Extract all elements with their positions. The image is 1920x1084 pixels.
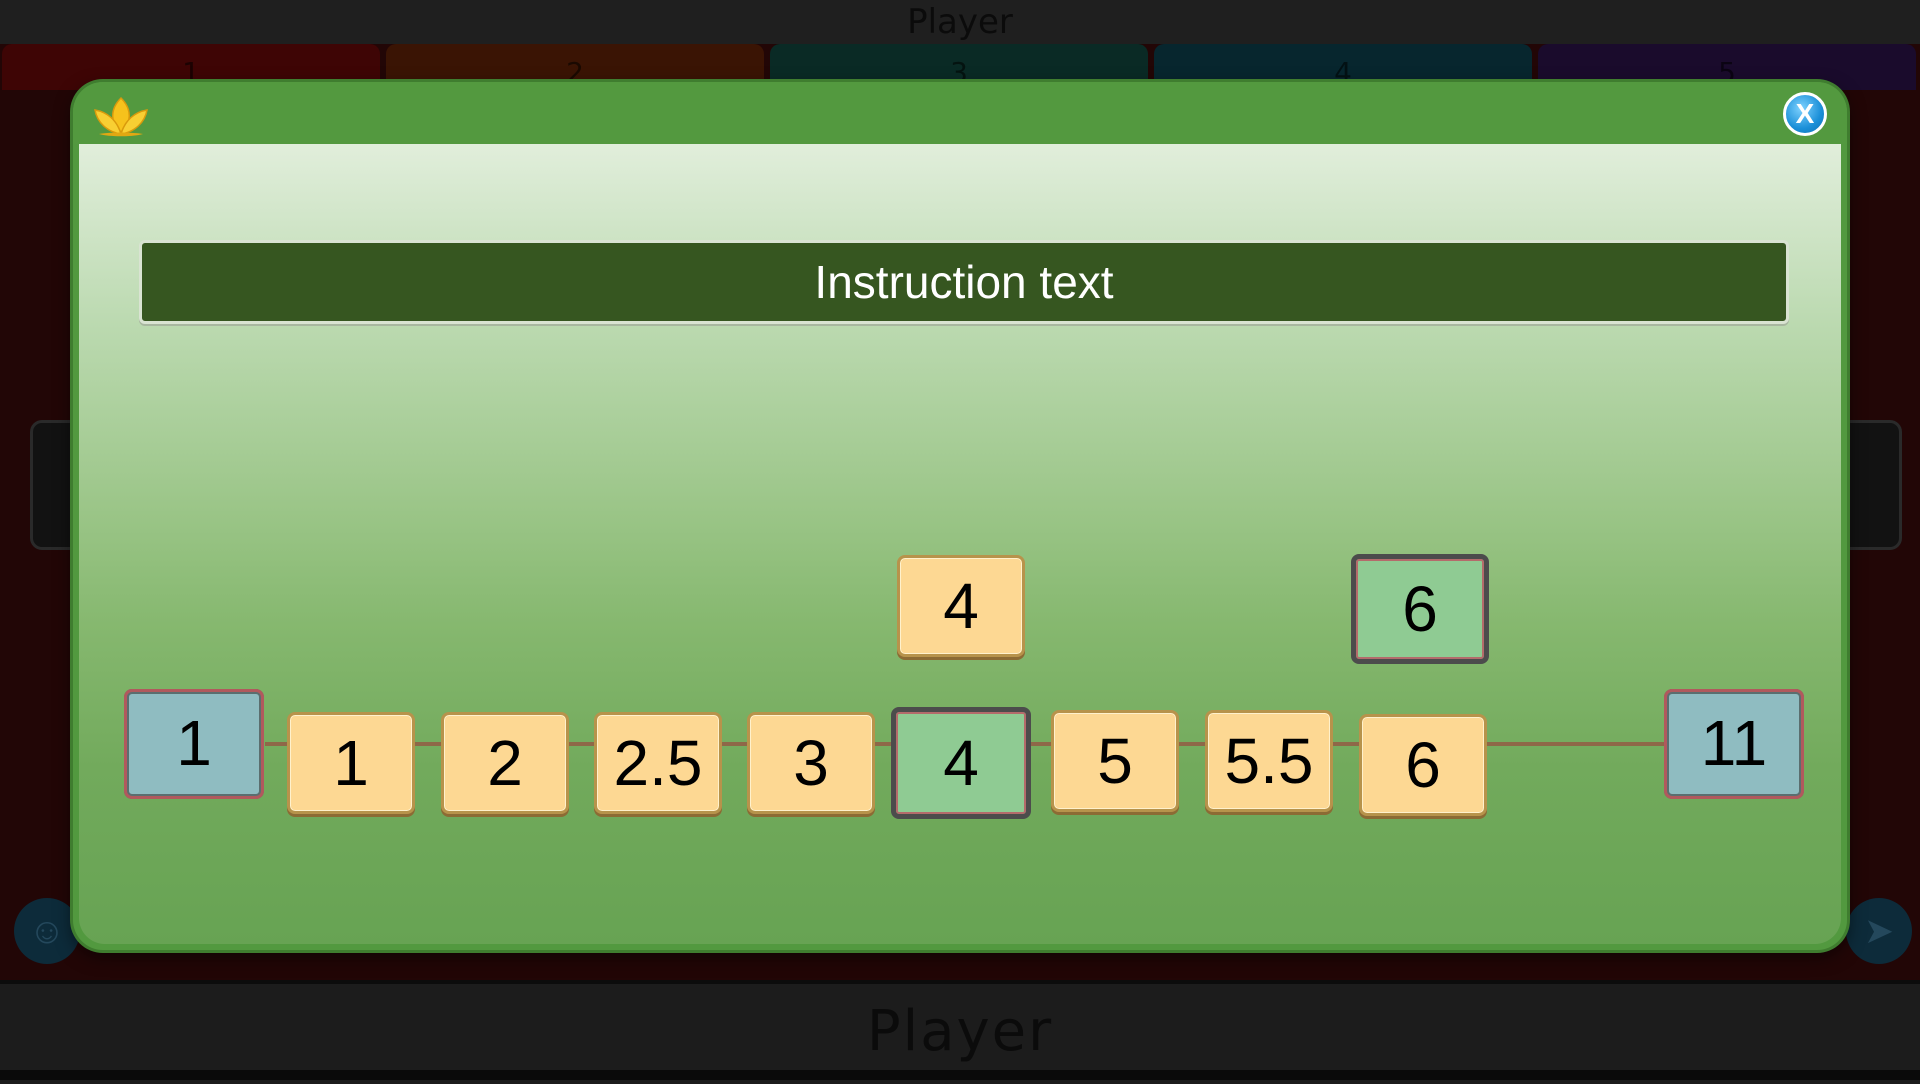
activity-modal: X Instruction text 1 11 4 6 1 2 2.5 3 4 … <box>73 82 1847 950</box>
next-arrow-icon[interactable]: ➤ <box>1846 898 1912 964</box>
instruction-banner: Instruction text <box>139 240 1789 324</box>
number-line-end-label: 11 <box>1664 689 1804 799</box>
number-line-start-label: 1 <box>124 689 264 799</box>
lotus-icon <box>94 96 148 137</box>
modal-body: Instruction text 1 11 4 6 1 2 2.5 3 4 5 … <box>79 144 1841 944</box>
answer-tile[interactable]: 1 <box>287 712 415 814</box>
answer-tile[interactable]: 2.5 <box>594 712 722 814</box>
close-button[interactable]: X <box>1783 92 1827 136</box>
bottom-title: Player <box>866 999 1054 1064</box>
app-title-bar: Player <box>0 0 1920 44</box>
bottom-strip <box>0 1070 1920 1080</box>
bottom-title-bar: Player <box>0 980 1920 1084</box>
answer-tile-selected[interactable]: 4 <box>891 707 1031 819</box>
modal-header: X <box>73 82 1847 144</box>
answer-tile[interactable]: 6 <box>1359 714 1487 816</box>
answer-tile[interactable]: 5 <box>1051 710 1179 812</box>
profile-icon[interactable]: ☺ <box>14 898 80 964</box>
answer-tile[interactable]: 5.5 <box>1205 710 1333 812</box>
placed-tile[interactable]: 4 <box>897 555 1025 657</box>
answer-tile[interactable]: 3 <box>747 712 875 814</box>
answer-tile[interactable]: 2 <box>441 712 569 814</box>
placed-tile[interactable]: 6 <box>1351 554 1489 664</box>
app-title: Player <box>907 2 1013 42</box>
